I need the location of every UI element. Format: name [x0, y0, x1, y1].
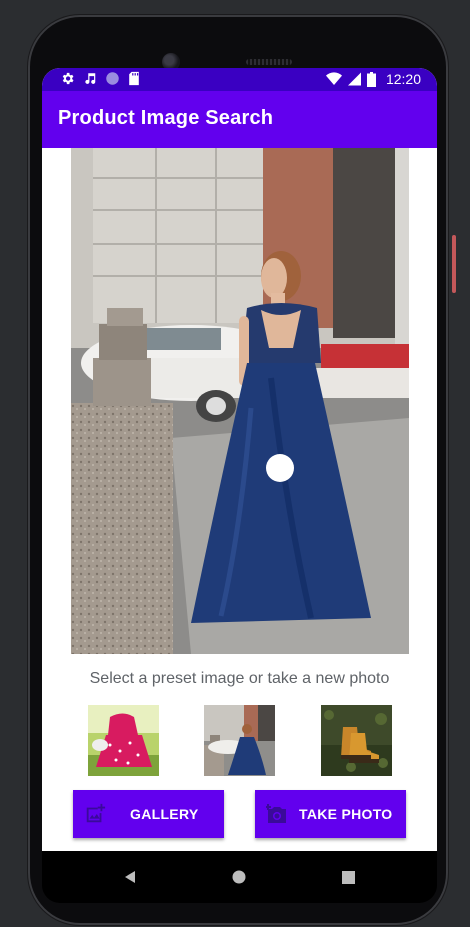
preset-polka-dress[interactable]	[88, 705, 159, 776]
main-image-picture	[71, 148, 409, 654]
home-icon[interactable]	[232, 870, 246, 884]
sd-card-icon	[129, 71, 139, 86]
hint-text: Select a preset image or take a new phot…	[89, 670, 390, 687]
preset-blue-gown-picture	[204, 705, 275, 776]
volume-button	[452, 235, 456, 293]
wifi-icon	[325, 72, 342, 85]
signal-icon	[347, 72, 361, 86]
add-photo-icon	[86, 803, 106, 823]
app-bar: Product Image Search	[42, 91, 437, 148]
preset-blue-gown[interactable]	[204, 705, 275, 776]
battery-icon	[366, 71, 376, 87]
app-screen: 12:20 Product Image Search Select a pres…	[42, 68, 437, 851]
back-icon[interactable]	[123, 870, 137, 884]
clock: 12:20	[385, 71, 421, 87]
preset-polka-dress-picture	[88, 705, 159, 776]
add-camera-icon	[266, 804, 286, 823]
take-photo-button-label: TAKE PHOTO	[299, 806, 393, 822]
page-title: Product Image Search	[58, 107, 274, 129]
preset-boots-picture	[321, 705, 392, 776]
gear-icon	[62, 72, 74, 85]
music-note-icon	[85, 73, 96, 84]
earpiece-speaker	[246, 59, 292, 65]
circle-notification-icon	[106, 72, 119, 85]
navigation-bar	[42, 851, 437, 903]
gallery-button-label: GALLERY	[130, 806, 199, 822]
status-bar: 12:20	[42, 68, 437, 91]
preset-boots[interactable]	[321, 705, 392, 776]
gallery-button[interactable]: GALLERY	[73, 790, 224, 838]
main-image[interactable]	[71, 148, 409, 654]
recents-icon[interactable]	[342, 871, 355, 884]
take-photo-button[interactable]: TAKE PHOTO	[255, 790, 406, 838]
